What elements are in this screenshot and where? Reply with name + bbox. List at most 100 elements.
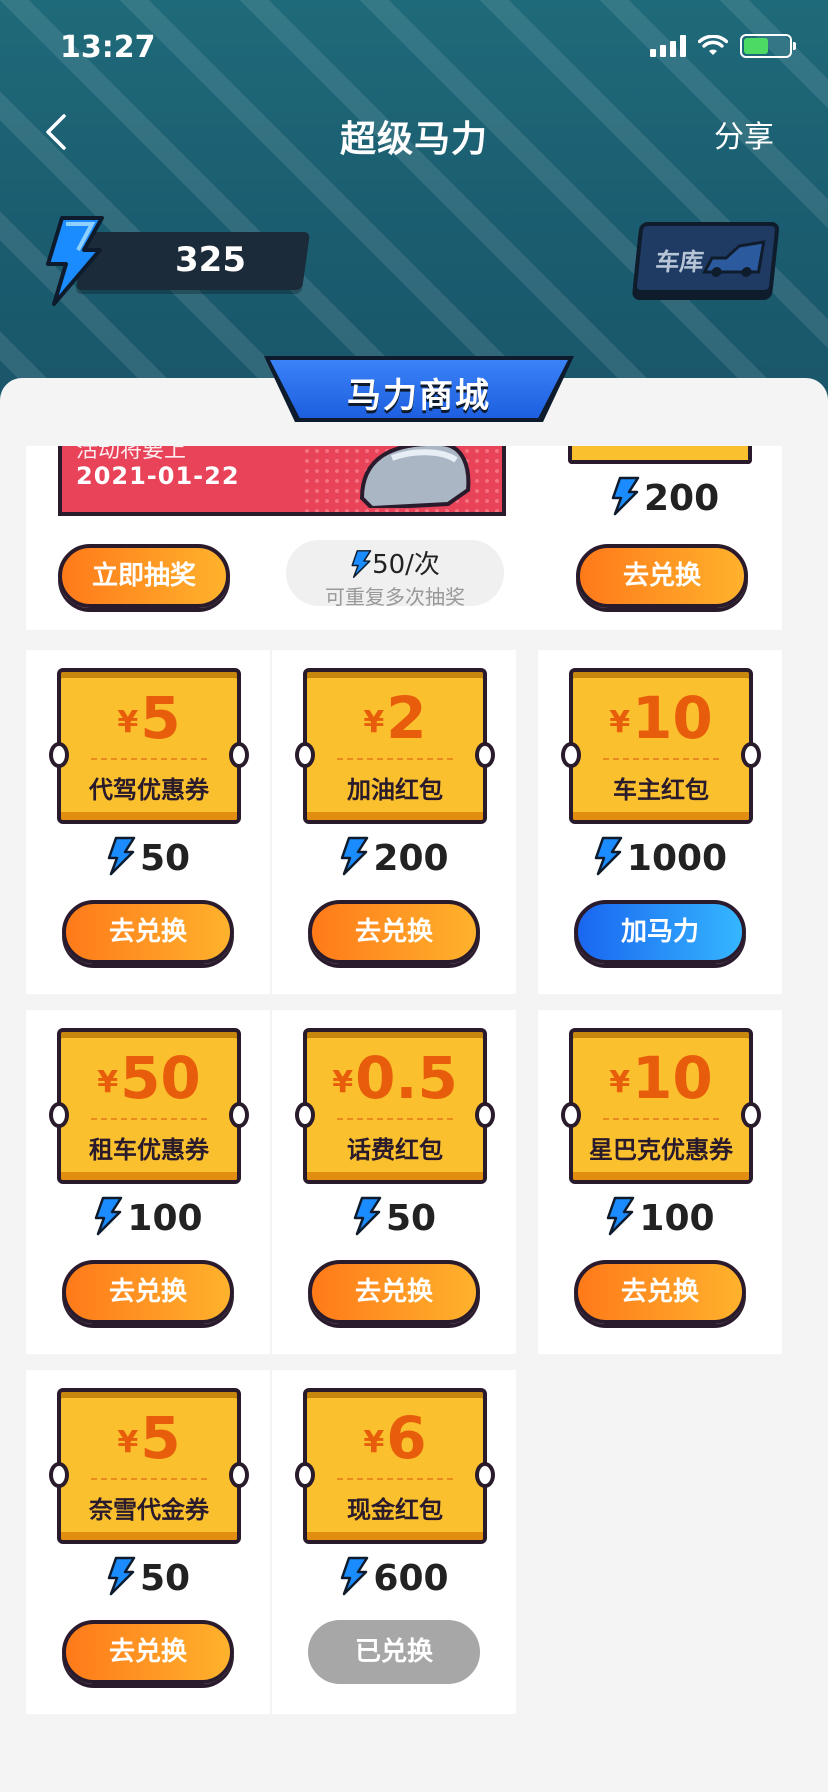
currency-symbol: ¥ [332, 1065, 354, 1100]
shop-title: 马力商城 [347, 376, 491, 416]
coupon-divider [337, 1478, 453, 1480]
item-price: 50 [26, 1556, 270, 1599]
currency-symbol: ¥ [117, 1425, 139, 1460]
currency-symbol: ¥ [97, 1065, 119, 1100]
coupon: ¥6 现金红包 [295, 1388, 495, 1544]
coupon-value: 5 [140, 684, 181, 752]
lightning-bolt-icon [95, 1196, 123, 1236]
price-value: 100 [127, 1198, 203, 1239]
coupon-divider [337, 1118, 453, 1120]
lightning-bolt-icon [607, 1196, 635, 1236]
add-power-button[interactable]: 加马力 [574, 900, 746, 964]
coupon-amount: ¥50 [61, 1044, 237, 1112]
lottery-date: 2021-01-22 [76, 462, 240, 490]
coupon-divider [91, 1478, 207, 1480]
share-button[interactable]: 分享 [714, 112, 774, 156]
coupon-value: 2 [386, 684, 427, 752]
redeem-button[interactable]: 去兑换 [576, 544, 748, 608]
redeem-button[interactable]: 去兑换 [308, 1260, 480, 1324]
item-card: ¥6 现金红包 600 已兑换 [272, 1370, 516, 1714]
coupon-value: 50 [120, 1044, 201, 1112]
nav-bar: 超级马力 分享 [0, 100, 828, 164]
wifi-icon [698, 35, 728, 55]
currency-symbol: ¥ [117, 705, 139, 740]
coupon-amount: ¥5 [61, 684, 237, 752]
signal-icon [650, 35, 686, 57]
coupon-name: 租车优惠券 [89, 1136, 209, 1164]
coupon-divider [91, 1118, 207, 1120]
lightning-bolt-icon [46, 216, 104, 306]
currency-symbol: ¥ [609, 705, 631, 740]
coupon: ¥2 加油红包 [295, 668, 495, 824]
coupon-amount: ¥10 [573, 684, 749, 752]
coupon-name: 加油红包 [347, 776, 443, 804]
coupon-name: 现金红包 [347, 1496, 443, 1524]
coupon-value: 10 [632, 1044, 713, 1112]
coupon-value: 0.5 [355, 1044, 458, 1112]
coupon-amount: ¥2 [307, 684, 483, 752]
coupon-name: 车主红包 [613, 776, 709, 804]
coupon: ¥5 奈雪代金券 [49, 1388, 249, 1544]
lottery-cost-note: 可重复多次抽奖 [325, 585, 465, 609]
lottery-banner[interactable]: 活动将要上 2021-01-22 [58, 446, 506, 516]
price-value: 600 [373, 1558, 449, 1599]
coupon: ¥50 租车优惠券 [49, 1028, 249, 1184]
power-balance: 325 [40, 214, 311, 306]
lightning-bolt-icon [611, 476, 640, 516]
coupon: ¥10 星巴克优惠券 [561, 1028, 761, 1184]
item-price: 50 [272, 1196, 516, 1239]
coupon-amount: ¥6 [307, 1404, 483, 1472]
item-price: 100 [26, 1196, 270, 1239]
currency-symbol: ¥ [609, 1065, 631, 1100]
lightning-bolt-icon [107, 836, 136, 876]
item-price: 50 [26, 836, 270, 879]
coupon-divider [91, 758, 207, 760]
coupon-name: 话费红包 [347, 1136, 443, 1164]
lightning-bolt-icon [107, 1556, 136, 1596]
price-value: 200 [644, 478, 720, 519]
currency-symbol: ¥ [363, 705, 385, 740]
price-value: 200 [373, 838, 449, 879]
redeemed-button: 已兑换 [308, 1620, 480, 1684]
item-price: 600 [272, 1556, 516, 1599]
price-value: 50 [385, 1198, 437, 1239]
price-value: 100 [639, 1198, 715, 1239]
coupon-divider [337, 758, 453, 760]
item-price: 100 [538, 1196, 782, 1239]
partial-coupon [568, 446, 752, 464]
lightning-bolt-icon [351, 550, 372, 578]
coupon-amount: ¥5 [61, 1404, 237, 1472]
redeem-button[interactable]: 去兑换 [62, 1260, 234, 1324]
currency-symbol: ¥ [363, 1425, 385, 1460]
status-bar: 13:27 [0, 0, 828, 100]
item-price: 200 [610, 476, 719, 519]
item-card: ¥50 租车优惠券 100 去兑换 [26, 1010, 270, 1354]
coupon-value: 10 [632, 684, 713, 752]
item-price: 200 [272, 836, 516, 879]
coupon: ¥10 车主红包 [561, 668, 761, 824]
status-icons [650, 34, 796, 58]
lightning-bolt-icon [341, 1556, 369, 1596]
page-title: 超级马力 [339, 119, 488, 160]
item-card: ¥5 代驾优惠券 50 去兑换 [26, 650, 270, 994]
lightning-bolt-icon [594, 836, 623, 876]
coupon-divider [603, 758, 719, 760]
battery-icon [740, 34, 796, 58]
redeem-button[interactable]: 去兑换 [62, 900, 234, 964]
price-value: 50 [139, 838, 191, 879]
garage-label: 车库 [654, 248, 706, 276]
lottery-button[interactable]: 立即抽奖 [58, 544, 230, 608]
redeem-button[interactable]: 去兑换 [308, 900, 480, 964]
redeem-button[interactable]: 去兑换 [62, 1620, 234, 1684]
coupon-name: 代驾优惠券 [89, 776, 209, 804]
price-value: 1000 [626, 838, 728, 879]
coupon-name: 星巴克优惠券 [589, 1136, 733, 1164]
item-card: ¥2 加油红包 200 去兑换 [272, 650, 516, 994]
redeem-button[interactable]: 去兑换 [574, 1260, 746, 1324]
item-price: 1000 [538, 836, 782, 879]
car-icon [702, 240, 766, 277]
garage-button[interactable]: 车库 [632, 222, 780, 294]
coupon-value: 5 [140, 1404, 181, 1472]
price-value: 50 [139, 1558, 191, 1599]
lottery-cost-tag: 50/次 可重复多次抽奖 [286, 540, 504, 609]
